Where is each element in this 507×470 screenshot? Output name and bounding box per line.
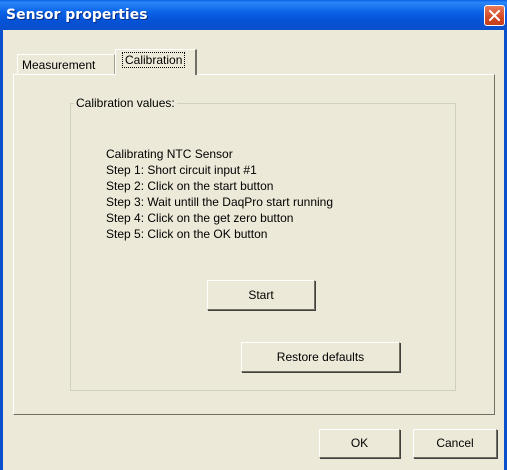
tab-measurement-label: Measurement xyxy=(22,58,96,72)
tab-measurement[interactable]: Measurement xyxy=(17,54,115,74)
window-frame-left xyxy=(0,30,3,470)
sensor-properties-dialog: Sensor properties Measurement Calibratio… xyxy=(0,0,507,470)
instruction-line: Step 2: Click on the start button xyxy=(106,179,274,193)
instruction-line: Step 3: Wait untill the DaqPro start run… xyxy=(106,195,334,209)
calibration-values-label: Calibration values: xyxy=(74,96,177,110)
title-bar[interactable]: Sensor properties xyxy=(0,0,507,30)
tab-calibration[interactable]: Calibration xyxy=(115,49,197,75)
calibration-instructions: Calibrating NTC Sensor Step 1: Short cir… xyxy=(106,146,333,242)
instruction-line: Step 1: Short circuit input #1 xyxy=(106,163,257,177)
instruction-line: Calibrating NTC Sensor xyxy=(106,147,233,161)
ok-button[interactable]: OK xyxy=(319,429,400,458)
cancel-button[interactable]: Cancel xyxy=(413,429,497,458)
close-button[interactable] xyxy=(484,5,505,26)
window-title: Sensor properties xyxy=(6,7,148,23)
start-button[interactable]: Start xyxy=(207,280,315,310)
instruction-line: Step 5: Click on the OK button xyxy=(106,227,268,241)
tab-calibration-label: Calibration xyxy=(122,52,186,68)
restore-defaults-button[interactable]: Restore defaults xyxy=(241,342,400,372)
instruction-line: Step 4: Click on the get zero button xyxy=(106,211,294,225)
